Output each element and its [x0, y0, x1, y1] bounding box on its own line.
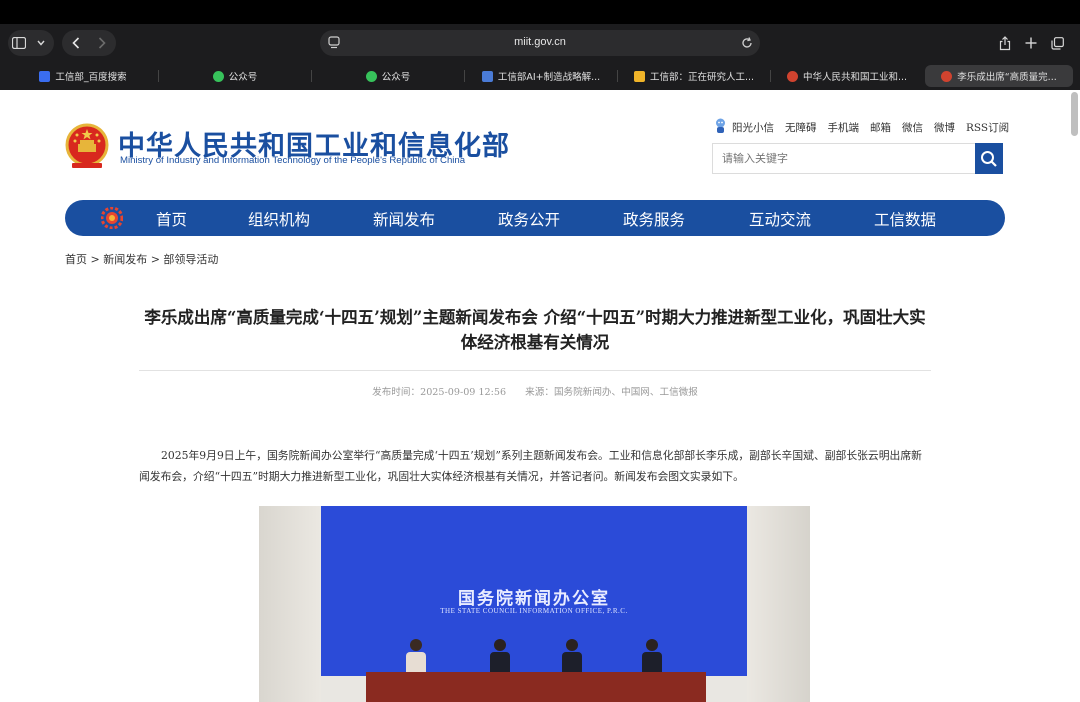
reload-icon[interactable] — [740, 35, 754, 54]
tab-label: 李乐成出席“高质量完... — [957, 72, 1057, 83]
tab-wechat-2[interactable]: 公众号 — [313, 65, 463, 87]
share-icon — [999, 35, 1011, 50]
tab-baidu-search[interactable]: 工信部_百度搜索 — [8, 65, 158, 87]
utility-links: 阳光小信 无障碍 手机端 邮箱 微信 微博 RSS订阅 — [714, 118, 1009, 137]
nav-item-news[interactable]: 新闻发布 — [373, 208, 435, 230]
site-subtitle: Ministry of Industry and Information Tec… — [120, 155, 466, 166]
utility-link-mobile[interactable]: 手机端 — [828, 120, 860, 135]
top-bar — [0, 0, 1080, 24]
tab-miit-home[interactable]: 中华人民共和国工业和... — [772, 65, 922, 87]
miit-favicon-icon — [786, 70, 798, 82]
tab-wechat-1[interactable]: 公众号 — [160, 65, 310, 87]
chevron-left-icon — [72, 37, 80, 49]
nav-item-data[interactable]: 工信数据 — [874, 208, 936, 230]
article-meta: 发布时间：2025-09-09 12:56 来源：国务院新闻办、中国网、工信微报 — [139, 384, 931, 398]
plus-icon — [1025, 37, 1037, 49]
navigation-buttons — [62, 30, 116, 56]
speaker-figure — [642, 639, 662, 676]
search-box — [712, 143, 976, 174]
back-button[interactable] — [65, 32, 87, 54]
publish-time: 发布时间：2025-09-09 12:56 — [372, 387, 507, 398]
tabs-icon — [1050, 36, 1064, 50]
main-nav: 首页 组织机构 新闻发布 政务公开 政务服务 互动交流 工信数据 — [65, 200, 1005, 236]
tab-divider — [311, 70, 312, 82]
backdrop-text-cn: 国务院新闻办公室 — [458, 589, 610, 609]
title-divider — [139, 370, 931, 371]
national-emblem-icon[interactable] — [64, 122, 110, 170]
search-button[interactable] — [975, 143, 1003, 174]
utility-link-wechat[interactable]: 微信 — [902, 120, 923, 135]
tab-label: 中华人民共和国工业和... — [802, 72, 908, 83]
backdrop-text-en: THE STATE COUNCIL INFORMATION OFFICE, P.… — [440, 607, 628, 615]
utility-link-mail[interactable]: 邮箱 — [870, 120, 891, 135]
chevron-down-icon — [30, 32, 52, 54]
mascot-icon — [714, 118, 727, 137]
news-favicon-icon — [633, 70, 645, 82]
utility-link-rss[interactable]: RSS订阅 — [966, 120, 1009, 135]
tab-ai-manufacturing[interactable]: 工信部AI+制造战略解... — [466, 65, 616, 87]
article-source: 来源：国务院新闻办、中国网、工信微报 — [525, 387, 698, 398]
url-text: miit.gov.cn — [514, 36, 566, 48]
tab-label: 工信部AI+制造战略解... — [497, 72, 601, 83]
press-conference-photo: 国务院新闻办公室 THE STATE COUNCIL INFORMATION O… — [259, 506, 810, 702]
utility-link-weibo[interactable]: 微博 — [934, 120, 955, 135]
utility-link-sunshine[interactable]: 阳光小信 — [732, 120, 774, 135]
speaker-figure — [562, 639, 582, 676]
tab-divider — [770, 70, 771, 82]
article-title: 李乐成出席“高质量完成‘十四五’规划”主题新闻发布会 介绍“十四五”时期大力推进… — [144, 308, 926, 352]
tab-divider — [158, 70, 159, 82]
nav-item-interaction[interactable]: 互动交流 — [749, 208, 811, 230]
tab-divider — [464, 70, 465, 82]
tab-overview-button[interactable] — [1046, 32, 1068, 54]
forward-button[interactable] — [91, 32, 113, 54]
nav-item-services[interactable]: 政务服务 — [623, 208, 685, 230]
tab-ai-research[interactable]: 工信部：正在研究人工... — [619, 65, 769, 87]
sidebar-toggle-button[interactable] — [8, 30, 54, 56]
page-scrollbar[interactable] — [1071, 92, 1078, 136]
search-icon — [981, 150, 997, 167]
photo-left-wall — [259, 506, 321, 702]
wechat-favicon-icon — [212, 70, 224, 82]
share-button[interactable] — [994, 32, 1016, 54]
nav-item-organization[interactable]: 组织机构 — [248, 208, 310, 230]
tab-label: 公众号 — [381, 72, 411, 83]
utility-link-accessibility[interactable]: 无障碍 — [785, 120, 817, 135]
article-paragraph: 2025年9月9日上午，国务院新闻办公室举行“高质量完成‘十四五’规划”系列主题… — [139, 449, 922, 483]
tab-label: 工信部_百度搜索 — [55, 72, 127, 83]
sidebar-icon — [8, 32, 30, 54]
miit-favicon-icon — [941, 70, 953, 82]
nav-item-government-info[interactable]: 政务公开 — [498, 208, 560, 230]
tab-label: 工信部：正在研究人工... — [649, 72, 755, 83]
chevron-right-icon — [98, 37, 106, 49]
article-favicon-icon — [481, 70, 493, 82]
speaker-figure — [490, 639, 510, 676]
speaker-figure — [406, 639, 426, 676]
tab-strip: 工信部_百度搜索 公众号 公众号 工信部AI+制造战略解... 工信部：正在研究… — [0, 62, 1080, 90]
wechat-favicon-icon — [365, 70, 377, 82]
address-bar[interactable]: miit.gov.cn — [320, 30, 760, 56]
search-input[interactable] — [713, 144, 975, 173]
tab-label: 公众号 — [228, 72, 258, 83]
miit-gear-icon — [101, 207, 123, 229]
tab-current-article[interactable]: 李乐成出席“高质量完... — [925, 65, 1073, 87]
nav-item-home[interactable]: 首页 — [156, 208, 187, 230]
photo-backdrop: 国务院新闻办公室 THE STATE COUNCIL INFORMATION O… — [321, 506, 747, 676]
new-tab-button[interactable] — [1020, 32, 1042, 54]
browser-toolbar: miit.gov.cn — [0, 24, 1080, 62]
photo-right-wall — [747, 506, 810, 702]
web-page: 中华人民共和国工业和信息化部 Ministry of Industry and … — [0, 90, 1080, 702]
podium-desk — [366, 672, 706, 702]
baidu-favicon-icon — [39, 70, 51, 82]
tab-divider — [617, 70, 618, 82]
breadcrumb[interactable]: 首页 > 新闻发布 > 部领导活动 — [65, 251, 218, 267]
